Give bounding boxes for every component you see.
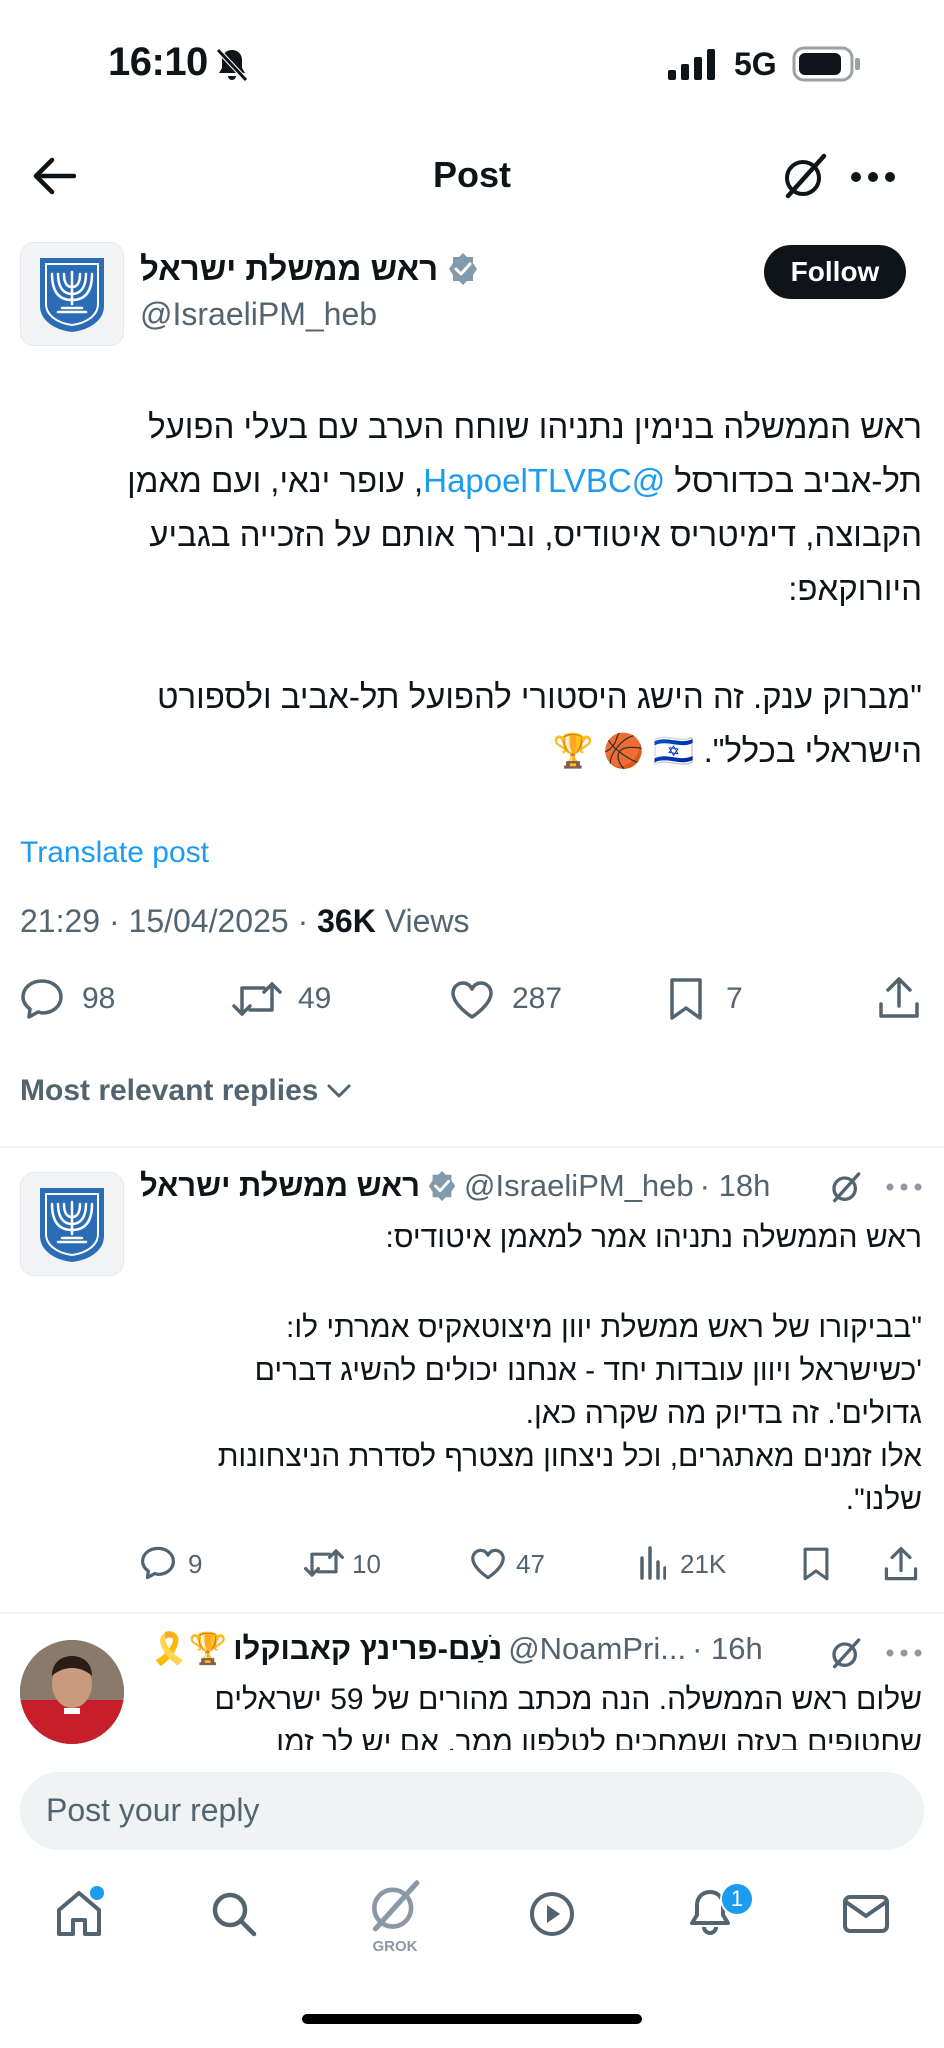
reply-header: ראש ממשלת ישראל @IsraeliPM_heb · 18h bbox=[140, 1168, 770, 1204]
author-avatar[interactable] bbox=[20, 242, 124, 346]
reply-text-line-1: שלום ראש הממשלה. הנה מכתב מהורים של 59 י… bbox=[214, 1683, 922, 1716]
post-meta: 21:29 · 15/04/2025 · 36K Views bbox=[20, 903, 469, 940]
status-time: 16:10 bbox=[108, 40, 208, 84]
more-options-icon[interactable] bbox=[886, 1648, 922, 1658]
reply-placeholder: Post your reply bbox=[46, 1792, 260, 1828]
repost-count: 49 bbox=[298, 982, 332, 1015]
notifications-badge: 1 bbox=[720, 1882, 754, 1916]
bookmark-icon[interactable] bbox=[802, 1546, 830, 1582]
reply-time: · 18h bbox=[699, 1168, 771, 1203]
sort-label: Most relevant replies bbox=[20, 1074, 319, 1107]
share-icon[interactable] bbox=[884, 1546, 918, 1582]
like-icon[interactable] bbox=[470, 1548, 506, 1580]
mention-link[interactable]: @HapoelTLVBC bbox=[423, 462, 665, 499]
post-text-line-2-suffix: , עופר ינאי, ועם מאמן bbox=[127, 462, 424, 499]
video-play-icon[interactable] bbox=[528, 1890, 576, 1938]
more-options-icon[interactable] bbox=[886, 1182, 922, 1192]
reply-header: 🎗️🏆 נֹעַם-פרינץ קאבוקלו @NoamPri... · 16… bbox=[150, 1630, 763, 1667]
reply-time: · 16h bbox=[692, 1630, 763, 1666]
reply-text-line-3: 'כשישראל ויוון עובדות יחד - אנחנו יכולים… bbox=[254, 1354, 922, 1387]
post-text-line-6-text: הישראלי בכלל". bbox=[703, 732, 922, 769]
reply-author-handle[interactable]: @NoamPri... bbox=[508, 1631, 686, 1667]
like-count: 287 bbox=[512, 982, 563, 1015]
search-icon[interactable] bbox=[210, 1890, 258, 1938]
reply-text-line-1: ראש הממשלה נתניהו אמר למאמן איטודיס: bbox=[385, 1221, 922, 1254]
views-count: 36K bbox=[317, 903, 376, 939]
reply-text-line-2: "בביקורו של ראש ממשלת יוון מיצוטאקיס אמר… bbox=[285, 1311, 922, 1344]
more-options-icon[interactable] bbox=[850, 170, 896, 184]
reply-text-line-5: אלו זמנים מאתגרים, וכל ניצחון מצטרף לסדר… bbox=[217, 1440, 922, 1473]
reply-author-handle[interactable]: @IsraeliPM_heb bbox=[464, 1168, 694, 1204]
grok-nav-label: GROK bbox=[372, 1938, 418, 1955]
repost-icon[interactable] bbox=[304, 1546, 344, 1580]
share-icon[interactable] bbox=[878, 976, 920, 1020]
network-label: 5G bbox=[734, 46, 777, 82]
reply-input[interactable]: Post your reply bbox=[20, 1772, 924, 1850]
post-text-line-3: הקבוצה, דימיטריס איטודיס, ובירך אותם על … bbox=[149, 516, 922, 553]
author-name[interactable]: ראש ממשלת ישראל bbox=[140, 250, 438, 288]
bookmark-icon[interactable] bbox=[668, 976, 704, 1022]
reply-count: 98 bbox=[82, 982, 116, 1015]
reply-text-line-2: שחטופים בעזה ושמחכים לטלפון ממך. אם יש ל… bbox=[276, 1726, 922, 1750]
reply-author-name[interactable]: ראש ממשלת ישראל bbox=[140, 1168, 420, 1204]
reply-item[interactable]: 🎗️🏆 נֹעַם-פרינץ קאבוקלו @NoamPri... · 16… bbox=[0, 1614, 944, 1750]
post-emojis: 🇮🇱 🏀 🏆 bbox=[552, 732, 695, 769]
views-icon[interactable] bbox=[638, 1546, 666, 1580]
reply-text-line-4: גדולים'. זה בדיוק מה שקרה כאן. bbox=[525, 1397, 922, 1430]
post-text-line-4: היורוקאפ: bbox=[788, 570, 922, 607]
grok-icon[interactable] bbox=[828, 1170, 864, 1206]
author-handle[interactable]: @IsraeliPM_heb bbox=[140, 296, 377, 333]
post-text-line-2-prefix: תל-אביב בכדורסל bbox=[674, 462, 922, 499]
reply-author-name[interactable]: נֹעַם-פרינץ קאבוקלו bbox=[233, 1631, 502, 1667]
messages-icon[interactable] bbox=[842, 1894, 890, 1934]
like-icon[interactable] bbox=[450, 980, 494, 1020]
post-text-line-5: "מברוק ענק. זה הישג היסטורי להפועל תל-אב… bbox=[157, 678, 922, 715]
state-emblem-icon bbox=[40, 1188, 104, 1262]
reply-avatar-photo[interactable] bbox=[20, 1640, 124, 1744]
views-count: 21K bbox=[680, 1549, 727, 1579]
home-indicator bbox=[302, 2014, 642, 2024]
reply-icon[interactable] bbox=[140, 1546, 176, 1580]
reply-author-badges: 🎗️🏆 bbox=[150, 1631, 228, 1666]
repost-icon[interactable] bbox=[232, 978, 282, 1020]
divider bbox=[0, 1146, 944, 1148]
state-emblem-icon bbox=[40, 258, 104, 332]
repost-count: 10 bbox=[352, 1549, 381, 1579]
avatar-photo-icon bbox=[20, 1640, 124, 1744]
post-text-line-2: תל-אביב בכדורסל @HapoelTLVBC, עופר ינאי,… bbox=[127, 454, 922, 508]
home-unread-dot bbox=[90, 1886, 104, 1900]
silent-bell-icon bbox=[216, 48, 248, 82]
views-label: Views bbox=[375, 903, 470, 939]
verified-badge-icon bbox=[449, 253, 478, 285]
like-count: 47 bbox=[516, 1549, 545, 1579]
sort-replies-dropdown[interactable]: Most relevant replies bbox=[20, 1074, 352, 1108]
post-text-line-1: ראש הממשלה בנימין נתניהו שוחח הערב עם בע… bbox=[148, 408, 922, 445]
grok-icon[interactable] bbox=[828, 1636, 864, 1672]
reply-avatar[interactable] bbox=[20, 1172, 124, 1276]
signal-icon bbox=[668, 49, 715, 80]
translate-post-link[interactable]: Translate post bbox=[20, 836, 209, 870]
grok-nav-icon[interactable] bbox=[364, 1876, 426, 1938]
verified-badge-icon bbox=[428, 1170, 456, 1202]
reply-count: 9 bbox=[188, 1549, 203, 1579]
reply-icon[interactable] bbox=[20, 978, 64, 1020]
reply-text-line-6: שלנו". bbox=[845, 1483, 922, 1516]
battery-icon bbox=[792, 46, 860, 82]
post-timestamp: 21:29 · 15/04/2025 · bbox=[20, 903, 318, 939]
grok-icon[interactable] bbox=[778, 150, 832, 204]
follow-button[interactable]: Follow bbox=[764, 245, 906, 299]
bookmark-count: 7 bbox=[726, 982, 743, 1015]
chevron-down-icon bbox=[327, 1084, 351, 1098]
post-text-line-6: הישראלי בכלל". 🇮🇱 🏀 🏆 bbox=[553, 724, 922, 778]
